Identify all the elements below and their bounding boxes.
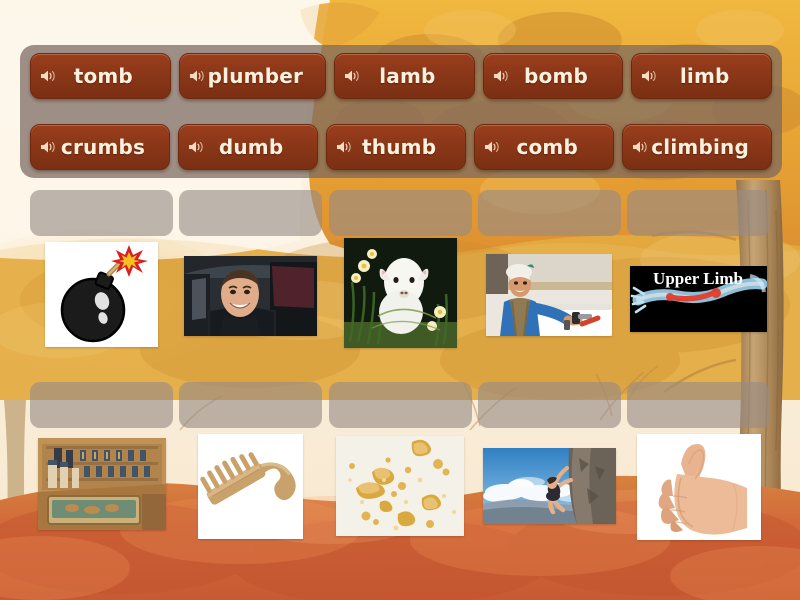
word-tile-label: thumb bbox=[362, 135, 437, 159]
crumbs-image[interactable] bbox=[336, 436, 464, 536]
tomb-egyptian-image[interactable] bbox=[37, 438, 166, 530]
dropzone-bomb[interactable] bbox=[30, 190, 173, 236]
speaker-icon[interactable] bbox=[492, 68, 510, 84]
match-card-limb: Upper Limb Upper Limb bbox=[627, 190, 770, 348]
dropzone-limb[interactable] bbox=[627, 190, 770, 236]
word-tile-lamb[interactable]: lamb bbox=[334, 53, 475, 99]
word-tile-limb[interactable]: limb bbox=[631, 53, 773, 99]
speaker-icon[interactable] bbox=[631, 139, 649, 155]
speaker-icon[interactable] bbox=[483, 139, 501, 155]
speaker-icon[interactable] bbox=[39, 68, 57, 84]
match-card-thumb: hand giving a thumbs up bbox=[627, 382, 770, 540]
image-row-1: black cartoon bomb with lit fuse bbox=[30, 190, 770, 348]
word-tile-label: tomb bbox=[73, 64, 133, 88]
word-bank-panel: tomb plumber lamb bomb limb crumbs dumb … bbox=[20, 45, 782, 178]
match-card-crumbs: golden bread crumbs on a white surface bbox=[328, 382, 472, 540]
word-tile-label: crumbs bbox=[60, 135, 146, 159]
climbing-image[interactable] bbox=[482, 448, 616, 524]
match-card-plumber: plumber in blue shirt working on a sink bbox=[477, 190, 621, 348]
word-bank-row-1: tomb plumber lamb bomb limb bbox=[30, 53, 773, 99]
dropzone-dumb[interactable] bbox=[179, 190, 323, 236]
word-tile-comb[interactable]: comb bbox=[474, 124, 615, 170]
speaker-icon[interactable] bbox=[188, 68, 206, 84]
match-card-comb: wooden hair comb on white background bbox=[179, 382, 323, 540]
lamb-image[interactable] bbox=[343, 238, 457, 348]
word-tile-label: limb bbox=[679, 64, 730, 88]
match-card-dumb: smiling man leaning out of a car window bbox=[179, 190, 323, 348]
match-card-lamb: white lamb standing among daffodils bbox=[328, 190, 472, 348]
match-card-tomb: ancient egyptian tomb interior with sarc… bbox=[30, 382, 173, 540]
dropzone-tomb[interactable] bbox=[30, 382, 173, 428]
dropzone-climbing[interactable] bbox=[477, 382, 621, 428]
word-tile-tomb[interactable]: tomb bbox=[30, 53, 171, 99]
word-tile-label: climbing bbox=[651, 135, 749, 159]
word-tile-plumber[interactable]: plumber bbox=[178, 53, 327, 99]
dropzone-comb[interactable] bbox=[179, 382, 323, 428]
bomb-cartoon-image[interactable] bbox=[45, 242, 158, 347]
limb-image-caption: Upper Limb bbox=[653, 269, 743, 288]
match-card-bomb: black cartoon bomb with lit fuse bbox=[30, 190, 173, 348]
upper-limb-xray-image[interactable]: Upper Limb bbox=[630, 266, 767, 332]
dropzone-thumb[interactable] bbox=[627, 382, 770, 428]
thumb-up-image[interactable] bbox=[636, 434, 761, 540]
word-tile-label: lamb bbox=[379, 64, 436, 88]
dropzone-lamb[interactable] bbox=[328, 190, 472, 236]
word-tile-crumbs[interactable]: crumbs bbox=[30, 124, 171, 170]
match-card-climbing: rock climber on a cliff against a blue s… bbox=[477, 382, 621, 540]
image-row-2: ancient egyptian tomb interior with sarc… bbox=[30, 382, 770, 540]
dropzone-crumbs[interactable] bbox=[328, 382, 472, 428]
word-tile-label: comb bbox=[516, 135, 578, 159]
speaker-icon[interactable] bbox=[39, 139, 57, 155]
speaker-icon[interactable] bbox=[343, 68, 361, 84]
word-tile-label: plumber bbox=[207, 64, 304, 88]
word-tile-label: bomb bbox=[524, 64, 589, 88]
word-tile-label: dumb bbox=[218, 135, 284, 159]
speaker-icon[interactable] bbox=[187, 139, 205, 155]
speaker-icon[interactable] bbox=[640, 68, 658, 84]
comb-wooden-image[interactable] bbox=[198, 434, 304, 539]
word-bank-row-2: crumbs dumb thumb comb climbing bbox=[30, 124, 772, 170]
dumb-jim-carrey-image[interactable] bbox=[184, 256, 318, 336]
word-tile-bomb[interactable]: bomb bbox=[482, 53, 624, 99]
plumber-image[interactable] bbox=[486, 254, 613, 336]
speaker-icon[interactable] bbox=[335, 139, 353, 155]
word-tile-thumb[interactable]: thumb bbox=[326, 124, 467, 170]
dropzone-plumber[interactable] bbox=[477, 190, 621, 236]
word-tile-climbing[interactable]: climbing bbox=[622, 124, 772, 170]
word-tile-dumb[interactable]: dumb bbox=[178, 124, 319, 170]
